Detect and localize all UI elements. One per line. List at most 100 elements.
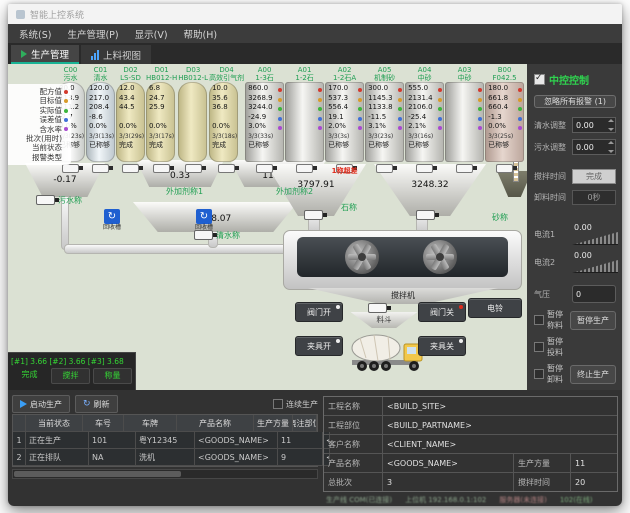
recycle-tank-right[interactable]: ↻ 回收槽	[194, 209, 214, 231]
silo-valve-icon[interactable]	[376, 164, 393, 173]
menu-item[interactable]: 系统(S)	[12, 25, 58, 43]
indicator-icon	[336, 305, 340, 309]
pause-weigh-checkbox[interactable]: 暂停称料	[534, 309, 565, 331]
silo-valve-icon[interactable]	[218, 164, 235, 173]
pressure-value: 0	[576, 290, 581, 299]
silo-valve-icon[interactable]	[122, 164, 139, 173]
indicator-icon	[336, 339, 340, 343]
silo-valve-icon[interactable]	[92, 164, 109, 173]
silo-code: D03	[178, 66, 208, 74]
table-row[interactable]: 2正在排队NA洗机<GOODS_NAME>9<BUILD_PARTNAME>	[13, 449, 317, 466]
valve-widget[interactable]	[368, 303, 387, 313]
silo-valve-icon[interactable]	[416, 164, 433, 173]
mixer-platform	[283, 230, 522, 290]
spinner-icon[interactable]	[607, 119, 614, 131]
silo-name: 机制砂	[365, 74, 404, 82]
water-adjust-input[interactable]: 0.00	[572, 117, 616, 133]
admix1-scale-label: 外加剂称1	[166, 186, 203, 197]
mix-button[interactable]: 搅拌	[51, 368, 90, 384]
tab-icon	[21, 50, 27, 58]
silo-header: D03HB012-L	[178, 66, 208, 82]
sewage-adjust-input[interactable]: 0.00	[572, 139, 616, 155]
silo: A03中砂	[445, 66, 484, 173]
horizontal-scrollbar[interactable]	[12, 469, 318, 479]
info-row: 工程名称<BUILD_SITE>	[324, 397, 617, 416]
silo: A05机制砂 300.01145.31133.8-11.53.1%3/3(23s…	[365, 66, 404, 173]
silo-header: A001-3石	[245, 66, 284, 82]
mixer-paddle-icon	[423, 240, 457, 274]
silo-body	[178, 82, 207, 162]
silo-valve-icon[interactable]	[296, 164, 313, 173]
silo: A021-2石A 170.0537.3556.419.12.0%3/3(3s)已…	[325, 66, 364, 173]
valve-widget[interactable]	[194, 230, 213, 240]
silo-values	[178, 82, 207, 151]
indicator-icon	[459, 339, 463, 343]
silo-header: D02LS-SD	[116, 66, 145, 82]
menu-item[interactable]: 生产管理(P)	[60, 25, 125, 43]
table-cell: <GOODS_NAME>	[195, 449, 278, 466]
tab-label: 上料视图	[103, 48, 141, 62]
silo-valve-icon[interactable]	[496, 164, 513, 173]
info-label2: 生产方量	[513, 454, 571, 472]
valve-open-button[interactable]: 阀门开	[295, 302, 343, 322]
valve-widget[interactable]	[304, 210, 323, 220]
legend-label: 配方值	[40, 87, 63, 96]
silo-valve-icon[interactable]	[62, 164, 79, 173]
continuous-production-checkbox[interactable]: 连续生产	[273, 399, 318, 410]
central-control-toggle[interactable]: 中控控制	[534, 72, 616, 87]
valve-widget[interactable]	[416, 210, 435, 220]
silo-code: A01	[285, 66, 324, 74]
statusbar-item: 服务器(未连接)	[499, 495, 546, 505]
weigh-button[interactable]: 称量	[93, 368, 132, 384]
clamp-open-button[interactable]: 夹具开	[295, 336, 343, 356]
batch-monitor: [#1] 3.66 [#2] 3.66 [#3] 3.68 完成 搅拌 称量	[8, 352, 136, 390]
clamp-close-button[interactable]: 夹具关	[418, 336, 466, 356]
menu-item[interactable]: 显示(V)	[128, 25, 175, 43]
table-row[interactable]: 1正在生产101粤Y12345<GOODS_NAME>11<BUILD_PART…	[13, 432, 317, 449]
legend-label: 目标值	[40, 96, 63, 105]
legend-dot-icon	[64, 99, 68, 103]
legend-panel: 配方值目标值实际值误差值含水率批次(用时)当前状态报警类型	[8, 84, 71, 165]
silo-body: 170.0537.3556.419.12.0%3/3(3s)已称够	[325, 82, 364, 162]
legend-row: 误差值	[8, 115, 68, 124]
refresh-button[interactable]: ↻刷新	[75, 395, 118, 413]
table-cell: 9	[278, 449, 323, 466]
pause-discharge-checkbox[interactable]: 暂停卸料	[534, 363, 565, 385]
silo-dots	[398, 88, 402, 130]
silo-valve-icon[interactable]	[185, 164, 202, 173]
valve-widget[interactable]	[36, 195, 55, 205]
recycle-tank-left[interactable]: ↻ 回收槽	[102, 209, 122, 231]
bell-button[interactable]: 电铃	[468, 298, 522, 318]
clamp-close-label: 夹具关	[430, 341, 454, 352]
silo-name: 中砂	[405, 74, 444, 82]
hmi-canvas: 配方值目标值实际值误差值含水率批次(用时)当前状态报警类型 C00污水 30.0…	[8, 64, 527, 390]
legend-label: 当前状态	[32, 143, 62, 152]
silo-valve-icon[interactable]	[153, 164, 170, 173]
silo-values: 12.043.444.5 0.0%3/3(29s)完成	[116, 82, 145, 151]
recycle-icon: ↻	[104, 209, 120, 224]
menu-item[interactable]: 帮助(H)	[177, 25, 225, 43]
desktop: 智能上控系统 系统(S)生产管理(P)显示(V)帮助(H) 生产管理上料视图 配…	[0, 0, 630, 513]
silo-valve-icon[interactable]	[256, 164, 273, 173]
start-production-button[interactable]: 启动生产	[12, 395, 70, 413]
tab[interactable]: 上料视图	[81, 45, 151, 64]
info-label: 产品名称	[324, 454, 383, 472]
table-cell: 粤Y12345	[136, 432, 195, 449]
valve-close-button[interactable]: 阀门关	[418, 302, 466, 322]
tab[interactable]: 生产管理	[11, 45, 79, 64]
silo-code: A05	[365, 66, 404, 74]
silo-header: B00F042.5	[485, 66, 524, 82]
silo: A04中砂 555.02131.42106.0-25.42.1%3/3(16s)…	[405, 66, 444, 173]
silo: D03HB012-L	[178, 66, 208, 173]
pause-production-button[interactable]: 暂停生产	[570, 311, 616, 330]
pause-feed-checkbox[interactable]: 暂停投料	[534, 336, 565, 358]
table-header-cell: 车号	[83, 415, 124, 432]
scrollbar-thumb[interactable]	[14, 471, 181, 477]
ignore-alarms-button[interactable]: 忽略所有报警 (1)	[534, 95, 616, 108]
spinner-icon[interactable]	[607, 141, 614, 153]
silo-dots	[278, 88, 282, 130]
stop-production-button[interactable]: 终止生产	[570, 365, 616, 384]
silo-valve-icon[interactable]	[456, 164, 473, 173]
silo: A001-3石 860.03268.93244.0-24.93.0%3/3(33…	[245, 66, 284, 173]
table-header-cell: 产品名称	[177, 415, 254, 432]
